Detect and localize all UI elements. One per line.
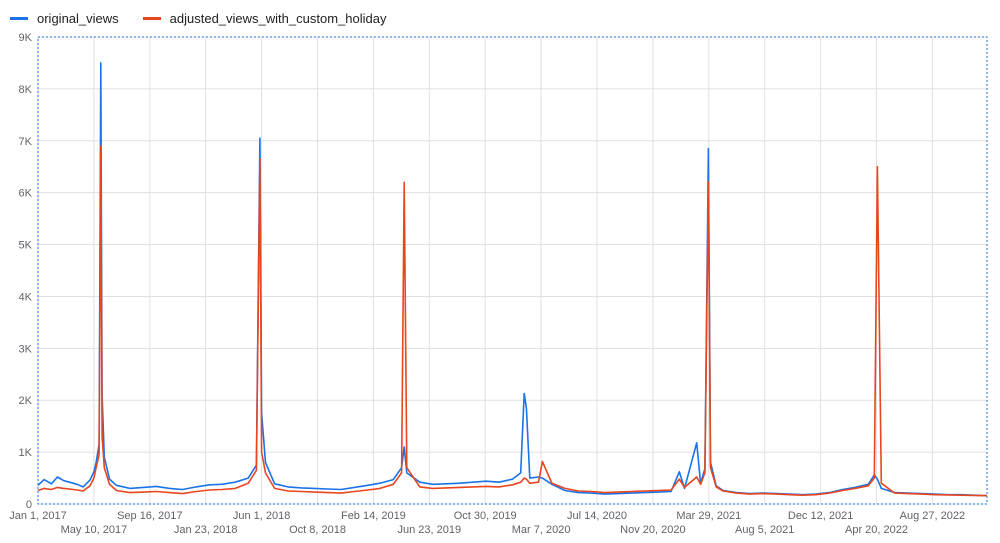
y-tick-label: 7K [19, 136, 33, 148]
x-tick-label: Feb 14, 2019 [341, 510, 406, 522]
x-tick-label: Mar 29, 2021 [676, 510, 741, 522]
y-tick-label: 5K [19, 240, 33, 252]
plot-area-frame [37, 36, 988, 505]
x-tick-label: May 10, 2017 [61, 524, 128, 536]
x-tick-label: Jan 23, 2018 [174, 524, 238, 536]
x-tick-label: Dec 12, 2021 [788, 510, 853, 522]
y-tick-label: 6K [19, 188, 33, 200]
x-tick-label: Nov 20, 2020 [620, 524, 685, 536]
x-tick-label: Jul 14, 2020 [567, 510, 627, 522]
x-tick-label: Jun 1, 2018 [233, 510, 291, 522]
x-tick-label: Jun 23, 2019 [397, 524, 461, 536]
series-layer [37, 62, 988, 497]
x-tick-label: Sep 16, 2017 [117, 510, 182, 522]
y-tick-label: 4K [19, 291, 33, 303]
y-tick-label: 8K [19, 84, 33, 96]
y-tick-label: 1K [19, 447, 33, 459]
series-line-adjusted-views [37, 145, 988, 497]
series-line-original-views [37, 62, 988, 497]
x-axis: Jan 1, 2017 May 10, 2017 Sep 16, 2017 Jan 2… [9, 510, 965, 536]
line-chart: 01K2K3K4K5K6K7K8K9K Jan 1, 2017May 10, 2… [9, 32, 988, 536]
y-tick-label: 3K [19, 343, 33, 355]
y-axis: 01K2K3K4K5K6K7K8K9K [19, 32, 33, 511]
y-tick-label: 2K [19, 395, 33, 407]
x-tick-label: Oct 8, 2018 [289, 524, 346, 536]
x-tick-label: Aug 5, 2021 [735, 524, 794, 536]
y-tick-label: 9K [19, 32, 33, 44]
x-tick-label: Oct 30, 2019 [454, 510, 517, 522]
x-tick-label: Jan 1, 2017 [9, 510, 67, 522]
x-tick-label: Aug 27, 2022 [900, 510, 965, 522]
x-tick-label: Apr 20, 2022 [845, 524, 908, 536]
x-tick-label: Mar 7, 2020 [512, 524, 571, 536]
chart-grid [37, 36, 987, 505]
